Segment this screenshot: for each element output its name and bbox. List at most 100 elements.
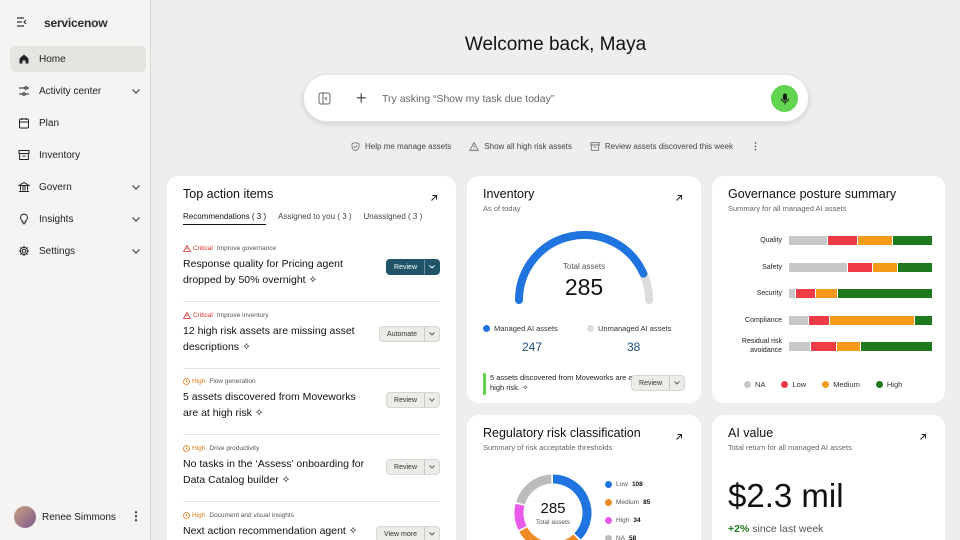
legend-unmanaged: Unmanaged AI assets xyxy=(587,324,671,333)
tab-assigned-to-you[interactable]: Assigned to you ( 3 ) xyxy=(278,212,351,225)
priority-badge: High xyxy=(183,512,205,519)
legend-label: NA xyxy=(616,535,626,540)
user-profile[interactable]: Renee Simmons ⋮ xyxy=(14,506,142,528)
governance-bar xyxy=(789,263,932,272)
chevron-down-icon[interactable] xyxy=(424,327,439,341)
button-label: View more xyxy=(384,530,417,538)
divider xyxy=(183,368,440,369)
sidebar-item-plan[interactable]: Plan xyxy=(10,110,146,136)
collapse-menu-icon[interactable] xyxy=(16,14,28,32)
sidebar-item-insights[interactable]: Insights xyxy=(10,206,146,232)
divider xyxy=(183,301,440,302)
governance-row-label: Residual risk avoidance xyxy=(741,338,782,354)
button-label: Automate xyxy=(387,330,417,338)
clock-icon xyxy=(183,445,190,452)
more-options-icon[interactable]: ⋮ xyxy=(751,141,760,152)
action-button[interactable]: Review xyxy=(386,259,440,275)
sidebar-item-home[interactable]: Home xyxy=(10,46,146,72)
suggestion-label: Review assets discovered this week xyxy=(604,142,733,151)
card-subtitle: Total return for all managed AI assets xyxy=(728,443,852,452)
sparkle-icon: ✧ xyxy=(254,407,264,419)
legend-value: 34 xyxy=(633,517,641,524)
chevron-down-icon[interactable] xyxy=(132,182,140,193)
chevron-down-icon[interactable] xyxy=(132,214,140,225)
legend-dot xyxy=(605,481,612,488)
ai-value-amount: $2.3 mil xyxy=(728,477,844,514)
sidebar-item-label: Plan xyxy=(39,117,60,129)
expand-arrow-icon[interactable] xyxy=(675,189,683,207)
governance-row-label: Security xyxy=(756,290,782,297)
governance-segment-medium xyxy=(829,316,914,325)
card-subtitle: As of today xyxy=(483,204,521,213)
sidebar-item-govern[interactable]: Govern xyxy=(10,174,146,200)
priority-badge: Critical xyxy=(183,245,213,252)
sidebar: servicenow Home Activity center Plan Invent… xyxy=(0,0,151,540)
suggestion-chip[interactable]: Help me manage assets xyxy=(351,141,451,152)
action-button[interactable]: Review xyxy=(386,392,440,408)
governance-bar xyxy=(789,342,932,351)
sidebar-nav: Home Activity center Plan Inventory Govern In… xyxy=(10,46,146,270)
sidebar-item-activity-center[interactable]: Activity center xyxy=(10,78,146,104)
tab-recommendations[interactable]: Recommendations ( 3 ) xyxy=(183,212,267,225)
donut-segment-medium xyxy=(519,527,579,540)
suggestion-chip[interactable]: Review assets discovered this week xyxy=(590,141,733,152)
action-tag: High Flow generation xyxy=(183,378,440,385)
action-description: No tasks in the ‘Assess’ onboarding for … xyxy=(183,458,365,486)
review-button[interactable]: Review xyxy=(631,375,685,391)
governance-segment-na xyxy=(789,263,847,272)
chevron-down-icon[interactable] xyxy=(132,86,140,97)
suggestion-label: Show all high risk assets xyxy=(484,142,572,151)
expand-arrow-icon[interactable] xyxy=(430,189,438,207)
add-icon[interactable]: + xyxy=(356,88,367,109)
legend-item: High xyxy=(875,380,902,389)
chevron-down-icon[interactable] xyxy=(424,393,439,407)
microphone-button[interactable] xyxy=(771,85,798,112)
action-tag: Critical Improve inventory xyxy=(183,312,440,319)
suggestion-chip[interactable]: Show all high risk assets xyxy=(469,141,572,152)
inventory-card: Inventory As of today Total assets 285 M… xyxy=(467,176,701,403)
expand-arrow-icon[interactable] xyxy=(919,428,927,446)
legend-label: NA xyxy=(755,380,766,389)
home-icon xyxy=(18,53,30,65)
governance-row-label: Quality xyxy=(760,237,782,244)
sidebar-item-settings[interactable]: Settings xyxy=(10,238,146,264)
chevron-down-icon[interactable] xyxy=(424,460,439,474)
search-input[interactable]: Try asking “Show my task due today” xyxy=(382,93,554,105)
action-button[interactable]: Automate xyxy=(379,326,440,342)
action-button[interactable]: Review xyxy=(386,459,440,475)
expand-arrow-icon[interactable] xyxy=(675,428,683,446)
risk-legend-item: Medium 85 xyxy=(605,499,650,506)
action-description: Next action recommendation agent xyxy=(183,525,346,537)
governance-segment-low xyxy=(811,342,837,351)
kebab-menu-icon[interactable]: ⋮ xyxy=(130,509,142,523)
chevron-down-icon[interactable] xyxy=(424,260,439,274)
sidebar-item-label: Inventory xyxy=(39,149,81,161)
chevron-down-icon[interactable] xyxy=(669,376,684,390)
servicenow-logo[interactable]: servicenow xyxy=(44,16,108,30)
discovery-note: 5 assets discovered from Moveworks are a… xyxy=(490,373,640,393)
governance-segment-low xyxy=(808,316,829,325)
risk-legend-item: High 34 xyxy=(605,517,641,524)
clock-icon xyxy=(183,378,190,385)
regulatory-risk-card: Regulatory risk classification Summary o… xyxy=(467,415,701,540)
action-description: 5 assets discovered from Moveworks are a… xyxy=(183,391,356,419)
legend-label: Managed AI assets xyxy=(494,324,558,333)
action-button[interactable]: View more xyxy=(376,526,440,540)
priority-label: High xyxy=(192,512,206,519)
governance-bar xyxy=(789,236,932,245)
archive-icon xyxy=(590,142,600,151)
category-label: Improve governance xyxy=(216,245,277,252)
sidebar-item-inventory[interactable]: Inventory xyxy=(10,142,146,168)
user-name: Renee Simmons xyxy=(42,511,116,523)
ai-value-delta: +2% since last week xyxy=(728,523,823,535)
legend-label: Medium xyxy=(616,499,640,506)
card-subtitle: Summary for all managed AI assets xyxy=(728,204,847,213)
action-text: 12 high risk assets are missing asset de… xyxy=(183,323,373,355)
chevron-down-icon[interactable] xyxy=(424,527,439,540)
chevron-down-icon[interactable] xyxy=(132,246,140,257)
tab-unassigned[interactable]: Unassigned ( 3 ) xyxy=(364,212,423,225)
sidebar-item-label: Settings xyxy=(39,245,76,257)
priority-label: High xyxy=(192,378,206,385)
donut-total-label: Total assets xyxy=(535,519,571,526)
sidebar-panel-icon[interactable] xyxy=(318,92,331,110)
